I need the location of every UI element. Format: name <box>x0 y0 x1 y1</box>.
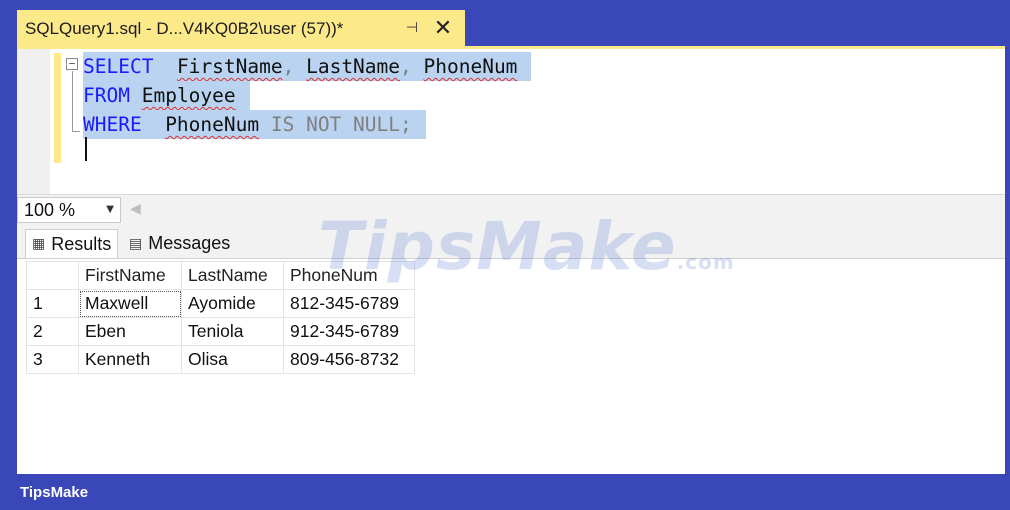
fold-guide-line <box>72 71 73 131</box>
column-phonenum-where: PhoneNum <box>165 113 260 136</box>
collapse-icon[interactable]: − <box>66 58 78 70</box>
keyword-where: WHERE <box>83 113 142 136</box>
column-header[interactable]: LastName <box>181 261 284 290</box>
table-row: 2 Eben Teniola 912-345-6789 <box>26 317 415 346</box>
column-lastname: LastName <box>306 55 401 78</box>
tab-results[interactable]: ▦ Results <box>25 229 119 258</box>
row-number[interactable]: 2 <box>26 317 79 346</box>
messages-icon: ▤ <box>129 235 143 252</box>
grid-cell[interactable]: 812-345-6789 <box>283 289 415 318</box>
keyword-from: FROM <box>83 84 130 107</box>
grid-cell[interactable]: Ayomide <box>181 289 284 318</box>
separator: , <box>400 55 424 78</box>
column-header[interactable]: FirstName <box>78 261 182 290</box>
table-row: 1 Maxwell Ayomide 812-345-6789 <box>26 289 415 318</box>
column-header[interactable]: PhoneNum <box>283 261 415 290</box>
keyword-select: SELECT <box>83 55 154 78</box>
tab-messages[interactable]: ▤ Messages <box>123 229 236 258</box>
tab-messages-label: Messages <box>148 233 231 253</box>
sql-editor[interactable]: − SELECT FirstName, LastName, PhoneNum F… <box>17 49 1005 194</box>
separator: , <box>282 55 307 78</box>
results-grid: FirstName LastName PhoneNum 1 Maxwell Ay… <box>26 261 415 374</box>
fold-guide-end <box>72 131 80 132</box>
editor-gutter <box>17 49 50 194</box>
footer-brand: TipsMake <box>20 484 89 501</box>
row-number[interactable]: 1 <box>26 289 79 318</box>
row-number-header <box>26 261 79 290</box>
scroll-left-icon[interactable]: ◀ <box>130 201 141 217</box>
grid-cell[interactable]: 809-456-8732 <box>283 345 415 374</box>
pin-icon[interactable]: ⊣ <box>400 17 424 39</box>
table-employee: Employee <box>141 84 236 107</box>
code-line-3: WHERE PhoneNum IS NOT NULL; <box>83 110 426 139</box>
grid-cell[interactable]: Olisa <box>181 345 284 374</box>
dropdown-arrow-icon[interactable]: ▼ <box>106 198 114 222</box>
grid-cell[interactable]: Maxwell <box>78 289 182 318</box>
close-icon[interactable]: ✕ <box>430 15 456 41</box>
zoom-value: 100 % <box>24 200 76 220</box>
table-row: 3 Kenneth Olisa 809-456-8732 <box>26 345 415 374</box>
change-indicator-bar <box>54 53 61 163</box>
column-phonenum: PhoneNum <box>423 55 518 78</box>
column-firstname: FirstName <box>176 55 283 78</box>
query-tab[interactable]: SQLQuery1.sql - D...V4KQ0B2\user (57))* … <box>17 10 465 47</box>
query-tab-title: SQLQuery1.sql - D...V4KQ0B2\user (57))* <box>25 18 344 38</box>
results-tab-strip: ▦ Results ▤ Messages <box>17 224 1005 258</box>
document-tab-bar: SQLQuery1.sql - D...V4KQ0B2\user (57))* … <box>17 10 1007 47</box>
zoom-select[interactable]: 100 % ▼ <box>17 197 121 223</box>
code-text[interactable]: SELECT FirstName, LastName, PhoneNum FRO… <box>83 52 532 139</box>
grid-header-row: FirstName LastName PhoneNum <box>26 261 415 290</box>
grid-icon: ▦ <box>32 236 46 252</box>
results-grid-area: FirstName LastName PhoneNum 1 Maxwell Ay… <box>17 258 1005 474</box>
grid-cell[interactable]: 912-345-6789 <box>283 317 415 346</box>
text-caret <box>85 137 87 161</box>
zoom-bar: 100 % ▼ ◀ <box>17 194 1005 224</box>
code-line-1: SELECT FirstName, LastName, PhoneNum <box>83 52 532 81</box>
code-line-2: FROM Employee <box>83 81 250 110</box>
tab-results-label: Results <box>51 233 112 254</box>
condition-is-not-null: IS NOT NULL; <box>270 113 412 136</box>
grid-cell[interactable]: Kenneth <box>78 345 182 374</box>
grid-cell[interactable]: Teniola <box>181 317 284 346</box>
row-number[interactable]: 3 <box>26 345 79 374</box>
grid-cell[interactable]: Eben <box>78 317 182 346</box>
